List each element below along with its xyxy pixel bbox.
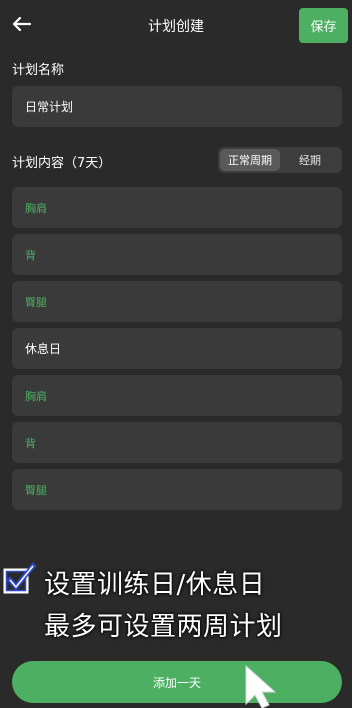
cursor-pointer-icon [245,664,277,708]
segment-period[interactable]: 经期 [280,149,340,171]
day-item-3[interactable]: 臀腿 [12,281,342,322]
caption-line-2: 最多可设置两周计划 [44,612,283,642]
plan-create-screen: 计划创建 保存 计划名称 日常计划 计划内容（7天） 正常周期 经期 胸肩 背 … [0,0,352,708]
day-item-6[interactable]: 背 [12,422,342,463]
add-day-button[interactable]: 添加一天 [12,661,342,703]
plan-name-label: 计划名称 [12,63,65,78]
checkbox-checked-icon [3,562,36,594]
plan-name-input[interactable]: 日常计划 [12,86,342,127]
day-item-2[interactable]: 背 [12,234,342,275]
cycle-segment-control: 正常周期 经期 [218,147,342,173]
caption-line-1: 设置训练日/休息日 [44,570,266,600]
segment-normal-cycle[interactable]: 正常周期 [220,149,280,171]
plan-content-label: 计划内容（7天） [12,156,112,171]
day-item-4[interactable]: 休息日 [12,328,342,369]
day-item-7[interactable]: 臀腿 [12,469,342,510]
day-item-5[interactable]: 胸肩 [12,375,342,416]
save-button[interactable]: 保存 [299,8,348,43]
day-item-1[interactable]: 胸肩 [12,187,342,228]
